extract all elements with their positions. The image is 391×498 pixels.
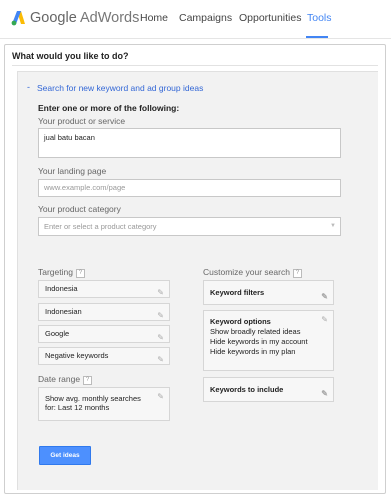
targeting-language[interactable]: Indonesian ✎ <box>38 303 170 321</box>
pencil-icon: ✎ <box>321 292 328 301</box>
help-icon[interactable]: ? <box>75 269 85 278</box>
pencil-icon: ✎ <box>157 288 164 297</box>
minus-icon[interactable]: - <box>27 82 30 92</box>
keyword-planner-panel: What would you like to do? - Search for … <box>4 44 386 494</box>
targeting-item-label: Google <box>45 329 70 338</box>
landing-page-placeholder: www.example.com/page <box>44 183 126 192</box>
divider <box>12 65 378 66</box>
search-ideas-link[interactable]: Search for new keyword and ad group idea… <box>37 83 203 93</box>
keyword-filters-label: Keyword filters <box>210 288 265 297</box>
panel-title: What would you like to do? <box>12 51 129 61</box>
targeting-location[interactable]: Indonesia ✎ <box>38 280 170 298</box>
intro-label: Enter one or more of the following: <box>38 103 180 113</box>
targeting-header: Targeting? <box>38 267 85 278</box>
targeting-label: Targeting <box>38 267 73 277</box>
product-value: jual batu bacan <box>44 133 95 142</box>
date-range-line1: Show avg. monthly searches <box>45 394 141 403</box>
triangle-down-icon: ▼ <box>330 223 336 229</box>
category-select[interactable]: Enter or select a product category ▼ <box>38 217 341 236</box>
pencil-icon: ✎ <box>321 389 328 398</box>
targeting-item-label: Negative keywords <box>45 351 109 360</box>
targeting-network[interactable]: Google ✎ <box>38 325 170 343</box>
date-range-tile[interactable]: Show avg. monthly searches for: Last 12 … <box>38 387 170 421</box>
pencil-icon: ✎ <box>157 355 164 364</box>
search-section: - Search for new keyword and ad group id… <box>17 71 378 490</box>
keyword-option: Hide keywords in my plan <box>210 347 296 356</box>
date-range-line2: for: Last 12 months <box>45 403 110 412</box>
nav-campaigns[interactable]: Campaigns <box>179 12 232 24</box>
category-placeholder: Enter or select a product category <box>44 222 157 231</box>
nav-opportunities[interactable]: Opportunities <box>239 12 301 24</box>
landing-page-label: Your landing page <box>38 166 107 176</box>
help-icon[interactable]: ? <box>292 269 302 278</box>
brand-adwords: AdWords <box>80 10 140 26</box>
keyword-option: Hide keywords in my account <box>210 337 308 346</box>
keyword-options-tile[interactable]: Keyword options Show broadly related ide… <box>203 310 334 371</box>
date-range-header: Date range? <box>38 374 93 385</box>
targeting-item-label: Indonesia <box>45 284 78 293</box>
pencil-icon: ✎ <box>157 392 164 401</box>
keyword-filters-tile[interactable]: Keyword filters ✎ <box>203 280 334 305</box>
pencil-icon: ✎ <box>321 315 328 324</box>
targeting-item-label: Indonesian <box>45 307 82 316</box>
pencil-icon: ✎ <box>157 333 164 342</box>
keywords-to-include-label: Keywords to include <box>210 385 284 394</box>
targeting-negative-keywords[interactable]: Negative keywords ✎ <box>38 347 170 365</box>
pencil-icon: ✎ <box>157 311 164 320</box>
get-ideas-button[interactable]: Get ideas <box>39 446 91 465</box>
nav-tools[interactable]: Tools <box>307 12 332 24</box>
help-icon[interactable]: ? <box>83 376 93 385</box>
adwords-logo-icon <box>11 11 25 26</box>
brand[interactable]: Google AdWords <box>30 10 139 26</box>
product-label: Your product or service <box>38 116 126 126</box>
landing-page-input[interactable]: www.example.com/page <box>38 179 341 197</box>
top-bar: Google AdWords Home Campaigns Opportunit… <box>0 0 391 39</box>
keyword-options-label: Keyword options <box>210 317 271 326</box>
keywords-to-include-tile[interactable]: Keywords to include ✎ <box>203 377 334 402</box>
date-range-label: Date range <box>38 374 81 384</box>
nav-active-indicator <box>306 36 328 38</box>
keyword-option: Show broadly related ideas <box>210 327 301 336</box>
customize-label: Customize your search <box>203 267 290 277</box>
category-label: Your product category <box>38 204 121 214</box>
customize-header: Customize your search? <box>203 267 302 278</box>
nav-home[interactable]: Home <box>140 12 168 24</box>
brand-google: Google <box>30 10 77 26</box>
product-field[interactable]: jual batu bacan <box>38 128 341 158</box>
